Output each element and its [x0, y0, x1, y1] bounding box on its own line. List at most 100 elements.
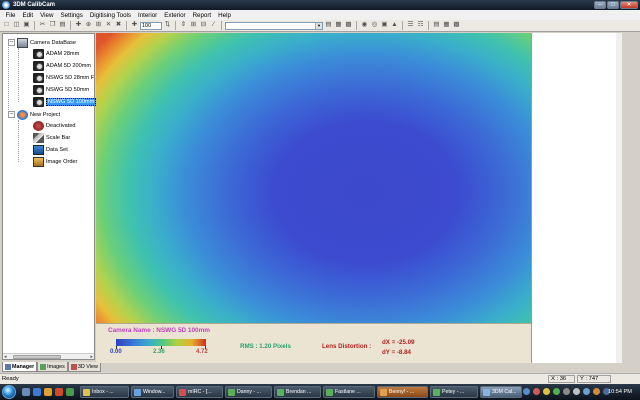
- task-danny[interactable]: Danny - ...: [225, 386, 272, 398]
- task-label: Benny! - ...: [389, 389, 415, 395]
- tree-item-data-set[interactable]: Data Set: [31, 144, 68, 155]
- link-icon[interactable]: ⊞: [189, 21, 198, 30]
- cut-icon[interactable]: ✂: [38, 21, 47, 30]
- horizontal-scrollbar[interactable]: ◂ ▸: [3, 353, 94, 360]
- task-inbox[interactable]: Inbox - ...: [80, 386, 129, 398]
- menu-settings[interactable]: Settings: [57, 12, 86, 19]
- volume-icon[interactable]: [573, 388, 580, 395]
- quicklaunch-icon[interactable]: [66, 388, 74, 396]
- menu-interior[interactable]: Interior: [134, 12, 160, 19]
- tray-icon[interactable]: [543, 388, 550, 395]
- tree-node-camera-database[interactable]: – Camera DataBase: [8, 37, 76, 48]
- zoom-icon[interactable]: ✚: [130, 21, 139, 30]
- task-label: Brendan ...: [286, 389, 312, 395]
- menu-view[interactable]: View: [37, 12, 57, 19]
- task-brendan[interactable]: Brendan ...: [274, 386, 321, 398]
- bundle-icon[interactable]: ☰: [406, 21, 415, 30]
- network-icon[interactable]: [563, 388, 570, 395]
- collapse-toggle[interactable]: –: [8, 39, 15, 46]
- task-3dm-calibcam[interactable]: 3DM Cal...: [480, 386, 522, 398]
- tree-item-scale-bar[interactable]: Scale Bar: [31, 132, 70, 143]
- menu-help[interactable]: Help: [215, 12, 235, 19]
- tab-3d-view[interactable]: 3D View: [67, 362, 101, 372]
- maximize-button[interactable]: □: [607, 1, 619, 9]
- point-icon[interactable]: ✚: [74, 21, 83, 30]
- distortion-map[interactable]: [96, 33, 531, 323]
- measure-icon[interactable]: ⇕: [179, 21, 188, 30]
- camera-icon: [33, 60, 44, 71]
- tray-icon[interactable]: [553, 388, 560, 395]
- chevron-down-icon[interactable]: ▼: [315, 22, 322, 29]
- calibrate-icon[interactable]: ▲: [390, 21, 399, 30]
- delete-all-icon[interactable]: ✖: [114, 21, 123, 30]
- task-fastlane[interactable]: Fastlane ...: [323, 386, 375, 398]
- tree-item-camera[interactable]: NSWG 5D 28mm F: [31, 72, 94, 83]
- zoom-input[interactable]: 100: [140, 21, 162, 30]
- export-icon[interactable]: ▦: [442, 21, 451, 30]
- menu-file[interactable]: File: [2, 12, 19, 19]
- explorer-icon[interactable]: [44, 388, 52, 396]
- chat-icon: [228, 388, 235, 396]
- delete-icon[interactable]: ✕: [104, 21, 113, 30]
- tree-node-new-project[interactable]: – New Project: [8, 109, 60, 120]
- tab-images[interactable]: Images: [37, 362, 68, 372]
- save-icon[interactable]: ▣: [22, 21, 31, 30]
- tab-manager[interactable]: Manager: [2, 362, 38, 372]
- tray-icon[interactable]: [583, 388, 590, 395]
- menu-edit[interactable]: Edit: [19, 12, 37, 19]
- layers-icon[interactable]: ▤: [324, 21, 333, 30]
- toolbar-separator: [402, 21, 403, 30]
- copy-icon[interactable]: ❐: [48, 21, 57, 30]
- tray-icon[interactable]: [593, 388, 600, 395]
- close-button[interactable]: ✕: [620, 1, 638, 9]
- line-icon[interactable]: ∕: [209, 21, 218, 30]
- vertical-scrollbar[interactable]: [616, 33, 622, 363]
- camera-icon[interactable]: ◉: [360, 21, 369, 30]
- menu-exterior[interactable]: Exterior: [161, 12, 189, 19]
- scroll-thumb[interactable]: [13, 355, 61, 359]
- settings-icon[interactable]: ▩: [452, 21, 461, 30]
- target-icon[interactable]: ⊕: [84, 21, 93, 30]
- tree-item-camera[interactable]: NSWG 5D 50mm: [31, 84, 89, 95]
- menu-digitising-tools[interactable]: Digitising Tools: [86, 12, 134, 19]
- firefox-icon[interactable]: [55, 388, 63, 396]
- menu-report[interactable]: Report: [189, 12, 215, 19]
- camera-settings-icon[interactable]: ◎: [370, 21, 379, 30]
- filter-icon[interactable]: ▤: [432, 21, 441, 30]
- tree-label: Camera DataBase: [30, 39, 77, 46]
- task-window[interactable]: Window...: [131, 386, 174, 398]
- show-desktop-icon[interactable]: [22, 388, 30, 396]
- open-icon[interactable]: ◫: [12, 21, 21, 30]
- chat-icon: [326, 388, 333, 396]
- clock[interactable]: 10:54 PM: [608, 389, 632, 395]
- tree-item-camera-selected[interactable]: NSWG 5D 100mm: [31, 96, 97, 107]
- new-icon[interactable]: □: [2, 21, 11, 30]
- tree-item-camera[interactable]: ADAM 5D 200mm: [31, 60, 91, 71]
- paste-icon[interactable]: ▤: [58, 21, 67, 30]
- minimize-button[interactable]: –: [594, 1, 606, 9]
- tray-icon[interactable]: [533, 388, 540, 395]
- node-icon[interactable]: ⊞: [94, 21, 103, 30]
- tree-item-camera[interactable]: ADAM 28mm: [31, 48, 79, 59]
- tray-icon[interactable]: [523, 388, 530, 395]
- tree-item-deactivated[interactable]: Deactivated: [31, 120, 76, 131]
- scroll-left-icon[interactable]: ◂: [4, 354, 7, 360]
- image-icon[interactable]: ▣: [380, 21, 389, 30]
- unlink-icon[interactable]: ⊟: [199, 21, 208, 30]
- start-button[interactable]: [2, 385, 16, 399]
- task-petey[interactable]: Petey - ...: [430, 386, 478, 398]
- point-select-dropdown[interactable]: ▼: [225, 21, 323, 30]
- tree-label: Scale Bar: [46, 134, 71, 141]
- report-icon[interactable]: ☶: [416, 21, 425, 30]
- task-mirc[interactable]: mIRC - [...: [176, 386, 223, 398]
- collapse-toggle[interactable]: –: [8, 111, 15, 118]
- task-benny[interactable]: Benny! - ...: [377, 386, 428, 398]
- table-icon[interactable]: ▦: [334, 21, 343, 30]
- tree-label: NSWG 5D 28mm F: [46, 74, 95, 81]
- grid-icon[interactable]: ▩: [344, 21, 353, 30]
- tree-item-image-order[interactable]: Image Order: [31, 156, 77, 167]
- zoom-step-icon[interactable]: ⇅: [163, 21, 172, 30]
- scroll-right-icon[interactable]: ▸: [90, 354, 93, 360]
- ie-icon[interactable]: [33, 388, 41, 396]
- task-label: 3DM Cal...: [492, 389, 517, 395]
